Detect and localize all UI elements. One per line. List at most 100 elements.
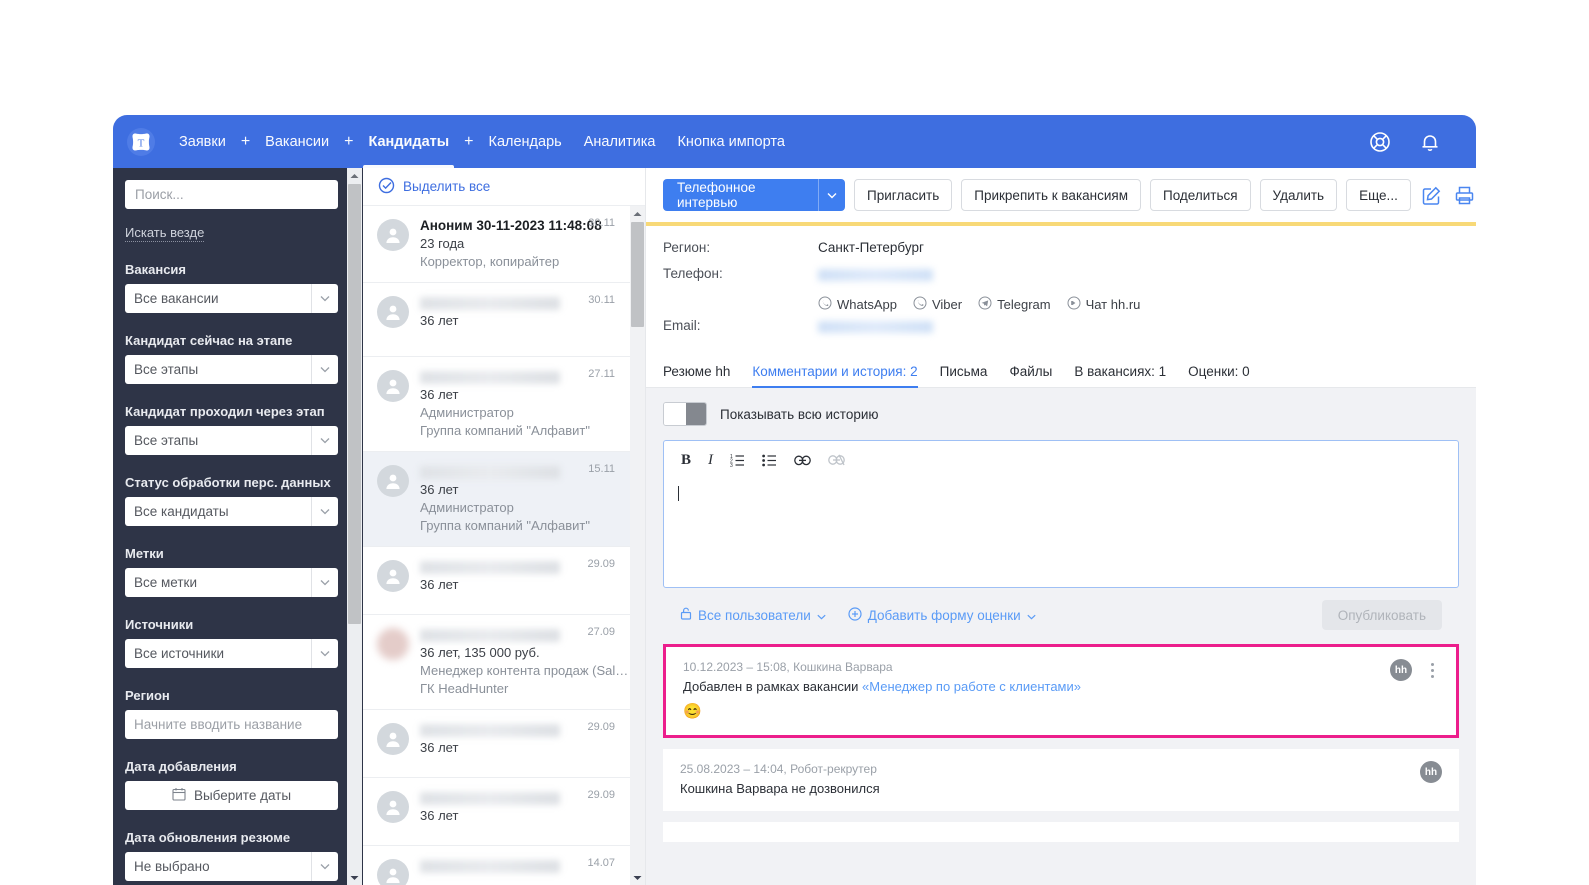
visibility-label: Все пользователи xyxy=(698,607,811,623)
filter-value: Все этапы xyxy=(134,433,199,448)
bold-icon[interactable]: B xyxy=(681,452,691,469)
filter-select-metki[interactable]: Все метки xyxy=(125,568,338,597)
candidate-company: ГК HeadHunter xyxy=(420,681,509,696)
email-value-redacted xyxy=(818,318,933,336)
ordered-list-icon[interactable]: 1 2 3 xyxy=(730,454,745,467)
whatsapp-label: WhatsApp xyxy=(837,297,897,312)
candidate-list-item[interactable]: 36 лет, 135 000 руб. Менеджер контента п… xyxy=(363,615,645,710)
publish-button[interactable]: Опубликовать xyxy=(1321,600,1442,630)
candidate-age: 36 лет xyxy=(420,387,459,402)
candidate-contact-info: Регион: Санкт-Петербург Телефон: WhatsAp… xyxy=(646,226,1476,354)
vacancy-link[interactable]: «Менеджер по работе с клиентами» xyxy=(862,679,1081,694)
hh-chat-link[interactable]: Чат hh.ru xyxy=(1067,296,1140,313)
attach-to-vacancies-button[interactable]: Прикрепить к вакансиям xyxy=(961,179,1141,211)
candidate-list-item[interactable]: 36 лет 29.09 xyxy=(363,547,645,615)
nav-item-knopka-importa[interactable]: Кнопка импорта xyxy=(666,115,795,168)
nav-item-kalendar[interactable]: Календарь xyxy=(478,115,573,168)
support-icon[interactable] xyxy=(1368,130,1392,154)
delete-button[interactable]: Удалить xyxy=(1259,179,1338,211)
add-rating-form-button[interactable]: Добавить форму оценки xyxy=(848,606,1036,624)
nav-item-zayavki[interactable]: Заявки xyxy=(168,115,237,168)
sidebar-scrollbar[interactable] xyxy=(347,168,362,885)
candidate-list-item-selected[interactable]: 36 лет Администратор Группа компаний "Ал… xyxy=(363,452,645,547)
candidate-list-item[interactable]: 36 лет 29.09 xyxy=(363,778,645,846)
tab-comments-history[interactable]: Комментарии и история: 2 xyxy=(752,364,918,388)
filter-value: Все метки xyxy=(134,575,197,590)
show-all-history-toggle[interactable] xyxy=(663,402,707,426)
candidate-list-item[interactable]: 36 лет Администратор Группа компаний "Ал… xyxy=(363,357,645,452)
scroll-up-arrow-icon[interactable] xyxy=(630,206,645,221)
italic-icon[interactable]: I xyxy=(708,452,713,469)
filter-select-resume-updated[interactable]: Не выбрано xyxy=(125,852,338,881)
chevron-down-icon[interactable] xyxy=(819,192,845,199)
candidate-list-scroll-thumb[interactable] xyxy=(631,222,644,327)
edit-icon[interactable] xyxy=(1420,182,1444,208)
search-input[interactable] xyxy=(125,180,338,209)
comment-text-prefix: Добавлен в рамках вакансии xyxy=(683,679,863,694)
hh-chat-icon xyxy=(1067,296,1081,313)
bullet-list-icon[interactable] xyxy=(762,454,777,467)
filter-select-current-stage[interactable]: Все этапы xyxy=(125,355,338,384)
candidate-list-item[interactable]: Аноним 30-11-2023 11:48:08 23 года Корре… xyxy=(363,206,645,283)
text-caret xyxy=(678,486,679,501)
editor-toolbar: B I 1 2 3 xyxy=(664,441,1458,479)
comment-emoji: 😊 xyxy=(683,703,702,720)
tab-files[interactable]: Файлы xyxy=(1009,364,1052,387)
more-button[interactable]: Еще... xyxy=(1346,179,1411,211)
tab-resume-hh[interactable]: Резюме hh xyxy=(663,364,730,387)
check-circle-icon xyxy=(378,177,395,197)
filter-label: Метки xyxy=(125,546,164,561)
viber-link[interactable]: Viber xyxy=(913,296,962,313)
nav-item-vakansii[interactable]: Вакансии xyxy=(254,115,340,168)
toggle-track xyxy=(686,403,706,425)
visibility-selector[interactable]: Все пользователи xyxy=(680,607,826,623)
tab-ratings[interactable]: Оценки: 0 xyxy=(1188,364,1250,387)
filter-select-passed-stage[interactable]: Все этапы xyxy=(125,426,338,455)
screenshot-root: T Заявки + Вакансии + Кандидаты + Календ… xyxy=(0,0,1589,885)
scroll-up-arrow-icon[interactable] xyxy=(347,168,362,183)
comment-menu-button[interactable] xyxy=(1424,659,1440,681)
select-all-button[interactable]: Выделить все xyxy=(363,168,645,206)
nav-item-kandidaty[interactable]: Кандидаты xyxy=(357,115,460,168)
telegram-icon xyxy=(978,296,992,313)
bell-icon[interactable] xyxy=(1418,130,1442,154)
scroll-down-arrow-icon[interactable] xyxy=(630,870,645,885)
phone-interview-button[interactable]: Телефонное интервью xyxy=(663,179,845,211)
candidate-list-item[interactable]: 36 лет 30.11 xyxy=(363,283,645,357)
link-icon[interactable] xyxy=(794,455,811,466)
scroll-down-arrow-icon[interactable] xyxy=(347,870,362,885)
nav-add-kandidat-button[interactable]: + xyxy=(460,115,477,168)
tab-letters[interactable]: Письма xyxy=(940,364,988,387)
candidate-detail-panel: Телефонное интервью Пригласить Прикрепит… xyxy=(646,168,1476,885)
date-range-picker-button[interactable]: Выберите даты xyxy=(125,781,338,810)
whatsapp-link[interactable]: WhatsApp xyxy=(818,296,897,313)
candidate-position: Менеджер контента продаж (Sales… xyxy=(420,663,631,678)
app-logo[interactable]: T xyxy=(113,127,168,157)
region-input[interactable] xyxy=(125,710,338,739)
tab-in-vacancies[interactable]: В вакансиях: 1 xyxy=(1074,364,1166,387)
candidate-list-item[interactable]: 36 лет 29.09 xyxy=(363,710,645,778)
filter-select-vakansiya[interactable]: Все вакансии xyxy=(125,284,338,313)
filter-select-pd-status[interactable]: Все кандидаты xyxy=(125,497,338,526)
candidate-position: Корректор, копирайтер xyxy=(420,254,560,269)
candidate-list-item[interactable]: 14.07 xyxy=(363,846,645,885)
candidate-company: Группа компаний "Алфавит" xyxy=(420,423,590,438)
nav-item-analitika[interactable]: Аналитика xyxy=(573,115,667,168)
filter-value: Все кандидаты xyxy=(134,504,229,519)
filter-select-istochniki[interactable]: Все источники xyxy=(125,639,338,668)
candidate-list-scrollbar[interactable] xyxy=(630,206,645,885)
messenger-links: WhatsApp Viber Telegram Чат hh.ru xyxy=(818,292,1140,315)
print-icon[interactable] xyxy=(1452,182,1476,208)
search-everywhere-link[interactable]: Искать везде xyxy=(125,225,205,242)
nav-right-icons xyxy=(1368,130,1476,154)
nav-add-vakansii-button[interactable]: + xyxy=(340,115,357,168)
nav-add-zayavki-button[interactable]: + xyxy=(237,115,254,168)
share-button[interactable]: Поделиться xyxy=(1150,179,1251,211)
comment-editor-wrapper: B I 1 2 3 Все пользователи Добавить форм… xyxy=(646,440,1476,630)
telegram-link[interactable]: Telegram xyxy=(978,296,1051,313)
sidebar-scroll-thumb[interactable] xyxy=(348,184,361,624)
viber-icon xyxy=(913,296,927,313)
comment-editor[interactable]: B I 1 2 3 xyxy=(663,440,1459,588)
invite-button[interactable]: Пригласить xyxy=(853,179,953,211)
talantix-logo-icon: T xyxy=(126,127,156,157)
